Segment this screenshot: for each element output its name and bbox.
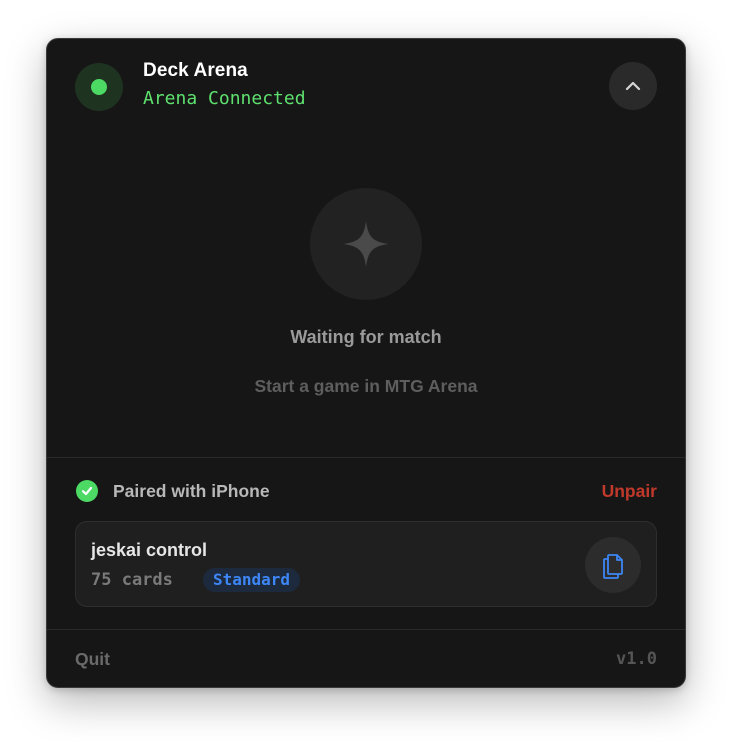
sparkle-icon — [343, 221, 389, 267]
header: Deck Arena Arena Connected — [47, 39, 685, 135]
connection-status-text: Arena Connected — [143, 88, 306, 109]
quit-button[interactable]: Quit — [75, 649, 110, 670]
copy-icon — [603, 554, 623, 579]
chevron-up-icon — [625, 81, 641, 91]
status-dot-icon — [91, 79, 107, 95]
sparkle-badge — [310, 188, 422, 300]
deck-name: jeskai control — [91, 540, 208, 560]
footer: Quit v1.0 — [75, 647, 657, 673]
collapse-button[interactable] — [609, 62, 657, 110]
match-status-area: Waiting for match Start a game in MTG Ar… — [47, 135, 685, 457]
divider — [47, 629, 685, 630]
pairing-row: Paired with iPhone Unpair — [75, 477, 657, 505]
copy-deck-button[interactable] — [585, 537, 641, 593]
version-label: v1.0 — [616, 649, 657, 669]
divider — [47, 457, 685, 458]
waiting-title: Waiting for match — [290, 327, 442, 347]
app-window: Deck Arena Arena Connected Waiting for m… — [46, 38, 686, 688]
pairing-status-label: Paired with iPhone — [113, 481, 270, 501]
format-badge: Standard — [203, 568, 301, 592]
deck-card-count: 75 cards — [91, 570, 173, 590]
unpair-button[interactable]: Unpair — [602, 481, 657, 502]
connection-status-indicator — [75, 63, 123, 111]
checkmark-circle-icon — [76, 480, 98, 502]
deck-card: jeskai control 75 cards Standard — [75, 521, 657, 607]
waiting-subtitle: Start a game in MTG Arena — [254, 376, 478, 396]
app-title: Deck Arena — [143, 60, 248, 81]
